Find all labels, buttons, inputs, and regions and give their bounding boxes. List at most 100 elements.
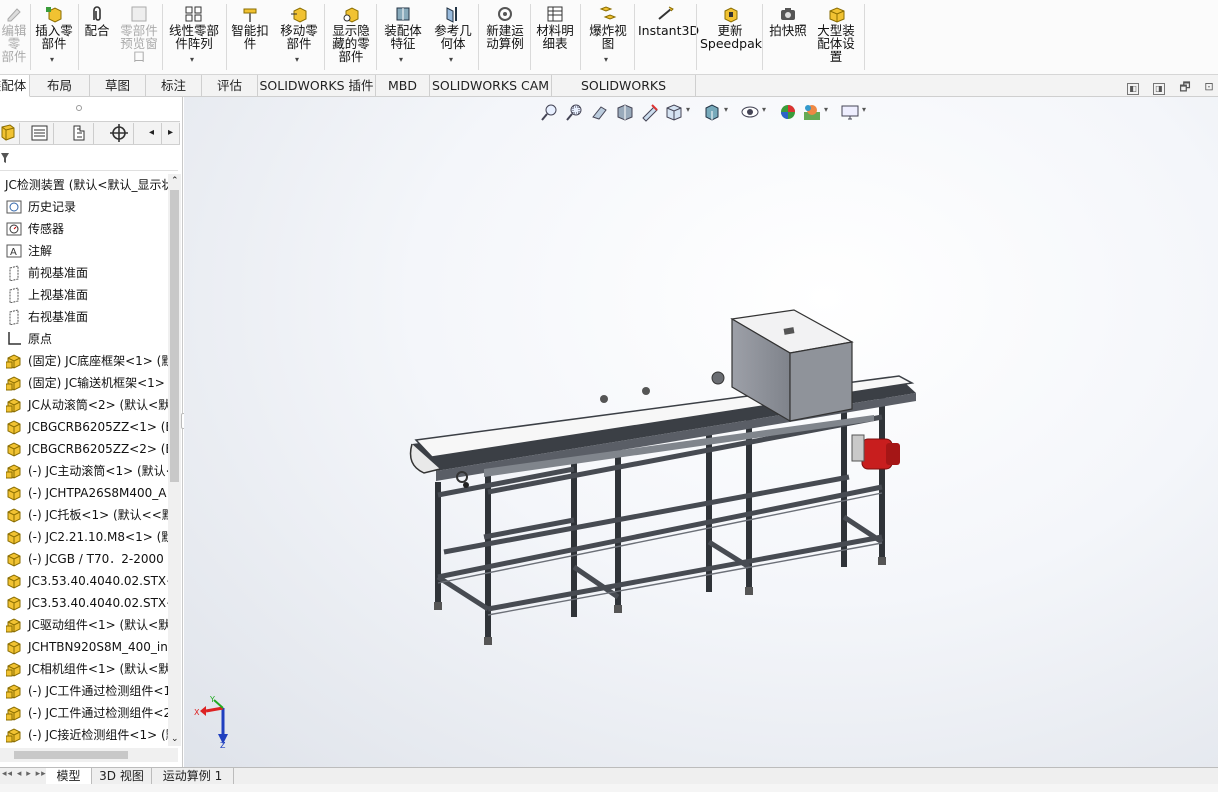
subassembly-icon xyxy=(5,397,22,413)
ribbon-button-12[interactable]: 爆炸视 图 ▾ xyxy=(584,0,632,72)
ribbon-button-16[interactable]: 大型装 配体设 置 xyxy=(812,0,860,72)
tree-item[interactable]: JC3.53.40.4040.02.STX<2> xyxy=(0,592,168,614)
bottom-tab-1[interactable]: 运动算例 1 xyxy=(152,768,234,785)
tree-item[interactable]: (-) JCGB / T70．2-2000 xyxy=(0,548,168,570)
tab-cjk-90[interactable]: 草图 xyxy=(90,75,146,97)
tree-item-label: 上视基准面 xyxy=(28,288,89,302)
ribbon-button-label: 零部件 预览窗 口 xyxy=(120,23,158,64)
tree-item[interactable]: 原点 xyxy=(0,328,168,350)
tree-item[interactable]: JC相机组件<1> (默认<默认_显示状态-1>) xyxy=(0,658,168,680)
ribbon-button-label: 大型装 配体设 置 xyxy=(817,23,855,64)
ribbon-button-6[interactable]: 移动零 部件 ▾ xyxy=(276,0,322,72)
tree-item[interactable]: JC3.53.40.4040.02.STX<1> xyxy=(0,570,168,592)
part-icon xyxy=(6,551,22,567)
tree-item-label: 前视基准面 xyxy=(28,266,89,280)
tile-left-icon[interactable]: ◧ xyxy=(1127,83,1139,95)
tab-scroll-left-icon[interactable]: ◂ xyxy=(142,123,162,144)
dropdown-arrow-icon[interactable]: ▾ xyxy=(604,53,608,66)
tab-mbd[interactable]: MBD xyxy=(376,75,430,97)
tree-item[interactable]: JC从动滚筒<2> (默认<默认_显示状态-1>) xyxy=(0,394,168,416)
tree-item[interactable]: 传感器 xyxy=(0,218,168,240)
ribbon-separator xyxy=(78,4,79,70)
ribbon-separator xyxy=(478,4,479,70)
ribbon-button-2[interactable]: 配合 xyxy=(80,0,114,72)
scroll-up-icon[interactable]: ⌃ xyxy=(171,176,179,186)
feature-manager-tab[interactable] xyxy=(0,123,20,144)
tree-item[interactable]: 前视基准面 xyxy=(0,262,168,284)
ribbon-button-14[interactable]: 更新 Speedpak xyxy=(700,0,762,72)
dropdown-arrow-icon[interactable]: ▾ xyxy=(295,53,299,66)
move-component-icon xyxy=(289,5,309,23)
tree-hscroll-thumb[interactable] xyxy=(14,751,128,759)
tree-item[interactable]: 历史记录 xyxy=(0,196,168,218)
tree-item[interactable]: (-) JC接近检测组件<1> (默认) xyxy=(0,724,168,746)
tab-navigate-arrows-icon[interactable]: ◂◂ ◂ ▸ ▸▸ xyxy=(2,769,47,779)
ribbon-button-8[interactable]: 装配体 特征 ▾ xyxy=(380,0,426,72)
ribbon-button-10[interactable]: 新建运 动算例 xyxy=(482,0,528,72)
tree-item[interactable]: (-) JC托板<1> (默认<<默认>_显示状态 1>) xyxy=(0,504,168,526)
tab-cjk-146[interactable]: 标注 xyxy=(146,75,202,97)
tree-item[interactable]: (-) JC主动滚筒<1> (默认<默认_显示状态-1>) xyxy=(0,460,168,482)
tree-filter-row[interactable] xyxy=(0,147,178,171)
ribbon-button-4[interactable]: 线性零部 件阵列 ▾ xyxy=(164,0,224,72)
tree-item[interactable]: (-) JC2.21.10.M8<1> (默认) xyxy=(0,526,168,548)
panel-grip-icon[interactable] xyxy=(76,105,82,111)
bottom-tab-3d[interactable]: 3D 视图 xyxy=(92,768,152,785)
bottom-tab-model[interactable]: 模型 xyxy=(46,768,92,785)
tab-solidworks-inspection[interactable]: SOLIDWORKS Inspection xyxy=(552,75,696,114)
tree-item-label: 右视基准面 xyxy=(28,310,89,324)
tree-item-label: JCBGCRB6205ZZ<2> (B xyxy=(28,442,168,456)
dimxpert-manager-tab[interactable] xyxy=(104,123,134,144)
tree-item[interactable]: (固定) JC底座框架<1> (默认<默认_显示状态-1>) xyxy=(0,350,168,372)
ribbon-button-label: 拍快照 xyxy=(769,23,807,38)
restore-window-icon[interactable]: 🗗 xyxy=(1179,81,1191,94)
tree-horizontal-scrollbar[interactable] xyxy=(0,748,178,762)
tab-solidworks-cam[interactable]: SOLIDWORKS CAM xyxy=(430,75,552,97)
tree-item[interactable]: 右视基准面 xyxy=(0,306,168,328)
filter-funnel-icon[interactable] xyxy=(0,151,12,165)
tree-root-assembly[interactable]: JC检测装置 (默认<默认_显示状态-1>) xyxy=(0,174,168,196)
tree-vertical-scrollbar[interactable]: ⌃ ⌄ xyxy=(168,174,181,746)
tree-item[interactable]: JCBGCRB6205ZZ<2> (B xyxy=(0,438,168,460)
tree-item[interactable]: (固定) JC输送机框架<1> (默认<默认_显示状态-1>) xyxy=(0,372,168,394)
ribbon-button-13[interactable]: Instant3D xyxy=(638,0,699,72)
tree-item[interactable]: 上视基准面 xyxy=(0,284,168,306)
tree-item[interactable]: JC驱动组件<1> (默认<默认_显示状态-1>) xyxy=(0,614,168,636)
tree-item[interactable]: JCBGCRB6205ZZ<1> (B xyxy=(0,416,168,438)
property-manager-tab[interactable] xyxy=(24,123,54,144)
ribbon-button-15[interactable]: 拍快照 xyxy=(766,0,810,72)
graphics-area[interactable]: ▾ ▾ ▾ ▾ ▾ Y X Z xyxy=(184,97,1218,767)
ribbon-button-11[interactable]: 材料明 细表 xyxy=(532,0,578,72)
tree-scroll-thumb[interactable] xyxy=(170,190,179,482)
ribbon-button-1[interactable]: 插入零 部件 ▾ xyxy=(32,0,76,72)
conveyor-3d-model[interactable] xyxy=(184,97,1218,767)
float-panel-icon[interactable]: ⊡ xyxy=(1203,81,1215,94)
tree-item[interactable]: (-) JCHTPA26S8M400_A xyxy=(0,482,168,504)
tree-item[interactable]: (-) JC工件通过检测组件<1> xyxy=(0,680,168,702)
tree-item[interactable]: JCHTBN920S8M_400_in xyxy=(0,636,168,658)
ribbon-button-0[interactable]: 编辑零 部件 xyxy=(0,0,28,72)
tab-cjk-30[interactable]: 布局 xyxy=(30,75,90,97)
dropdown-arrow-icon[interactable]: ▾ xyxy=(399,53,403,66)
tree-item[interactable]: A 注解 xyxy=(0,240,168,262)
ribbon-button-9[interactable]: 参考几 何体 ▾ xyxy=(430,0,476,72)
dropdown-arrow-icon[interactable]: ▾ xyxy=(50,53,54,66)
tree-item[interactable]: (-) JC工件通过检测组件<2> xyxy=(0,702,168,724)
dropdown-arrow-icon[interactable]: ▾ xyxy=(449,53,453,66)
tab-cjk--14[interactable]: 装配体 xyxy=(0,75,30,97)
tile-right-icon[interactable]: ◨ xyxy=(1153,83,1165,95)
speedpak-icon xyxy=(720,5,740,23)
ribbon-button-7[interactable]: 显示隐 藏的零 部件 xyxy=(328,0,374,72)
ribbon-separator xyxy=(530,4,531,70)
triad-x-label: X xyxy=(194,708,200,717)
scroll-down-icon[interactable]: ⌄ xyxy=(171,734,179,744)
tab-scroll-right-icon[interactable]: ▸ xyxy=(162,123,180,144)
ribbon-button-3[interactable]: 零部件 预览窗 口 xyxy=(116,0,162,72)
dropdown-arrow-icon[interactable]: ▾ xyxy=(190,53,194,66)
tab-cjk-202[interactable]: 评估 xyxy=(202,75,258,97)
ribbon-separator xyxy=(696,4,697,70)
history-icon xyxy=(6,199,22,215)
ribbon-button-5[interactable]: 智能扣 件 xyxy=(228,0,272,72)
configuration-manager-tab[interactable] xyxy=(64,123,94,144)
tab-solidworks[interactable]: SOLIDWORKS 插件 xyxy=(258,75,376,97)
